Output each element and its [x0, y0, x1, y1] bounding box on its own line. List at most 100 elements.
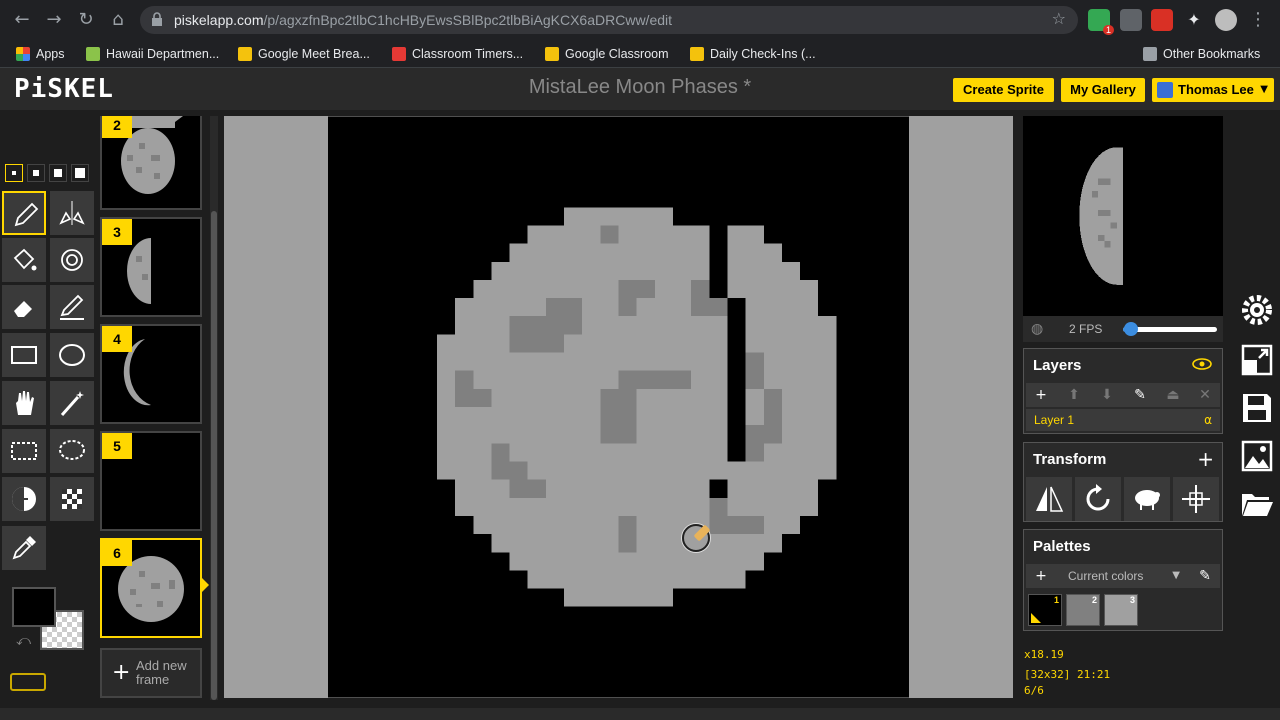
add-palette-button[interactable]: + — [1026, 564, 1056, 588]
ellipse-tool[interactable] — [50, 333, 94, 377]
edit-palette-button[interactable]: ✎ — [1190, 564, 1220, 588]
bookmark-google-meet[interactable]: Google Meet Brea... — [238, 45, 370, 63]
settings-gear-icon[interactable] — [1239, 292, 1275, 328]
pen-tool[interactable] — [2, 191, 46, 235]
bookmark-google-classroom[interactable]: Google Classroom — [545, 45, 669, 63]
primary-color[interactable] — [12, 587, 56, 627]
lasso-icon — [59, 440, 85, 460]
frame-4[interactable]: 4 — [100, 324, 202, 424]
extension-video-icon[interactable] — [1151, 9, 1173, 31]
hand-icon — [16, 391, 34, 415]
frame-3[interactable]: 3 — [100, 217, 202, 317]
primary-marker-icon — [1031, 613, 1041, 623]
fps-slider[interactable] — [1123, 322, 1217, 336]
resize-icon[interactable] — [1239, 342, 1275, 378]
create-sprite-button[interactable]: Create Sprite — [953, 78, 1054, 102]
bookmark-daily-checkins[interactable]: Daily Check-Ins (... — [690, 45, 816, 63]
move-layer-down-button[interactable]: ⬇ — [1092, 383, 1122, 407]
palette-swatch-1[interactable]: 1 — [1028, 594, 1062, 626]
onion-skin-icon[interactable]: ◍ — [1031, 321, 1043, 337]
palette-select[interactable]: Current colors ▼ — [1056, 564, 1188, 588]
frames-scrollbar[interactable] — [210, 116, 218, 700]
swap-colors-icon[interactable]: ⤺ — [16, 633, 31, 649]
paint-all-similar-tool[interactable] — [50, 238, 94, 282]
pen-size-1[interactable] — [5, 164, 23, 182]
magic-wand-tool[interactable] — [50, 381, 94, 425]
home-icon[interactable]: ⌂ — [106, 8, 130, 32]
eraser-icon — [14, 301, 32, 317]
add-frame-button[interactable]: + Add new frame — [100, 648, 202, 698]
paint-bucket-tool[interactable] — [2, 238, 46, 282]
move-layer-up-button[interactable]: ⬆ — [1059, 383, 1089, 407]
preview-canvas — [1079, 147, 1123, 285]
eye-icon[interactable] — [1192, 358, 1212, 370]
bookmark-apps[interactable]: Apps — [16, 45, 65, 63]
bookmark-star-icon[interactable]: ☆ — [1052, 9, 1066, 28]
animation-preview[interactable] — [1023, 116, 1223, 316]
rectangle-icon — [11, 346, 37, 364]
export-image-icon[interactable] — [1239, 438, 1275, 474]
extension-shield-icon[interactable]: 1 — [1088, 9, 1114, 35]
add-transform-icon[interactable]: + — [1197, 447, 1214, 471]
move-tool[interactable] — [2, 381, 46, 425]
rename-layer-button[interactable]: ✎ — [1125, 383, 1155, 407]
menu-kebab-icon[interactable]: ⋮ — [1246, 8, 1270, 32]
rectangle-select-tool[interactable] — [2, 429, 46, 473]
scrollbar-thumb[interactable] — [211, 211, 217, 700]
pen-size-4[interactable] — [71, 164, 89, 182]
flip-button[interactable] — [1026, 477, 1072, 521]
profile-avatar[interactable] — [1215, 9, 1237, 31]
fps-label: 2 FPS — [1069, 322, 1103, 336]
stroke-tool[interactable] — [50, 285, 94, 329]
frame-5[interactable]: 5 — [100, 431, 202, 531]
user-menu-button[interactable]: Thomas Lee ▼ — [1152, 78, 1274, 102]
color-picker-tool[interactable] — [2, 526, 46, 570]
other-bookmarks[interactable]: Other Bookmarks — [1143, 45, 1260, 63]
eyedropper-icon — [12, 536, 36, 560]
merge-layer-button[interactable]: ⏏ — [1158, 383, 1188, 407]
open-folder-icon[interactable] — [1239, 486, 1275, 522]
drawing-canvas-area[interactable] — [224, 116, 1013, 698]
address-bar[interactable]: piskelapp.com/p/agxzfnBpc2tlbC1hcHByEwsS… — [140, 6, 1078, 34]
clone-button[interactable] — [1124, 477, 1170, 521]
save-icon[interactable] — [1239, 390, 1275, 426]
eraser-tool[interactable] — [2, 285, 46, 329]
frame-6[interactable]: 6 — [100, 538, 202, 638]
dithering-tool[interactable] — [50, 477, 94, 521]
extension-badge: 1 — [1102, 25, 1114, 35]
extension-dots-icon[interactable] — [1120, 9, 1142, 31]
palettes-panel: Palettes + Current colors ▼ ✎ 1 2 3 — [1023, 529, 1223, 631]
chevron-down-icon: ▼ — [1172, 570, 1180, 581]
center-button[interactable] — [1173, 477, 1219, 521]
back-icon[interactable]: ← — [10, 8, 34, 32]
rect-select-icon — [11, 442, 37, 460]
extensions-puzzle-icon[interactable]: ✦ — [1183, 9, 1205, 31]
pen-size-3[interactable] — [49, 164, 67, 182]
sprite-title[interactable]: MistaLee Moon Phases * — [420, 76, 860, 99]
magic-wand-icon — [60, 391, 84, 416]
rotate-button[interactable] — [1075, 477, 1121, 521]
forward-icon[interactable]: → — [42, 8, 66, 32]
delete-layer-button[interactable]: ✕ — [1190, 383, 1220, 407]
mirror-pen-tool[interactable] — [50, 191, 94, 235]
keyboard-shortcuts-icon[interactable] — [10, 673, 46, 691]
palette-swatch-2[interactable]: 2 — [1066, 594, 1100, 626]
bookmark-classroom-timers[interactable]: Classroom Timers... — [392, 45, 523, 63]
layer-item[interactable]: Layer 1 α — [1026, 409, 1220, 431]
palette-swatch-3[interactable]: 3 — [1104, 594, 1138, 626]
drawing-canvas[interactable] — [328, 116, 909, 698]
add-layer-button[interactable]: + — [1026, 383, 1056, 407]
fps-slider-knob[interactable] — [1124, 322, 1138, 336]
rectangle-tool[interactable] — [2, 333, 46, 377]
status-bar — [0, 708, 1280, 720]
pen-size-2[interactable] — [27, 164, 45, 182]
frame-2[interactable]: 2 — [100, 116, 202, 210]
bookmark-hawaii[interactable]: Hawaii Departmen... — [86, 45, 219, 63]
layer-opacity-icon[interactable]: α — [1204, 409, 1212, 431]
lighten-tool[interactable] — [2, 477, 46, 521]
color-swap-icon — [61, 249, 83, 271]
piskel-logo[interactable]: PiSKEL — [14, 74, 114, 104]
lasso-select-tool[interactable] — [50, 429, 94, 473]
my-gallery-button[interactable]: My Gallery — [1061, 78, 1145, 102]
reload-icon[interactable]: ↻ — [74, 8, 98, 32]
